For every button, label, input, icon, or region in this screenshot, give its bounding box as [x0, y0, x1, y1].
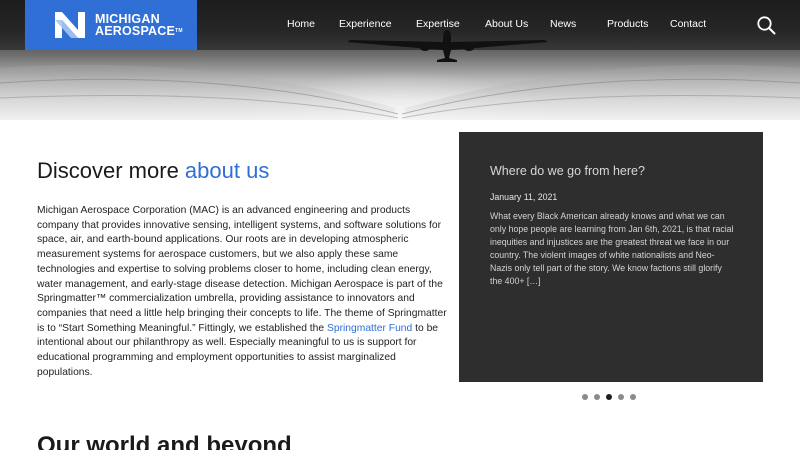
about-paragraph: Michigan Aerospace Corporation (MAC) is … [37, 204, 452, 380]
about-title: Discover more about us [37, 158, 269, 184]
michigan-aerospace-logo-icon [55, 12, 85, 38]
logo-line-2: AEROSPACE [95, 24, 176, 38]
nav-expertise[interactable]: Expertise [416, 18, 460, 30]
nav-products[interactable]: Products [607, 18, 648, 30]
news-card[interactable]: Where do we go from here? January 11, 20… [459, 132, 763, 382]
about-title-plain: Discover more [37, 158, 185, 183]
nav-contact[interactable]: Contact [670, 18, 706, 30]
logo-tm: TM [175, 28, 183, 34]
hero-banner: MICHIGAN AEROSPACETM Home Experience Exp… [0, 0, 800, 120]
carousel-dot-4[interactable] [618, 394, 624, 400]
search-icon[interactable] [756, 15, 776, 35]
logo[interactable]: MICHIGAN AEROSPACETM [25, 0, 197, 50]
news-card-date: January 11, 2021 [490, 192, 558, 202]
news-card-title[interactable]: Where do we go from here? [490, 164, 645, 178]
carousel-dots [582, 394, 636, 400]
about-paragraph-part-1: Michigan Aerospace Corporation (MAC) is … [37, 205, 447, 334]
news-card-excerpt: What every Black American already knows … [490, 211, 734, 287]
logo-text: MICHIGAN AEROSPACETM [95, 13, 183, 38]
carousel-dot-3[interactable] [606, 394, 612, 400]
carousel-dot-2[interactable] [594, 394, 600, 400]
nav-about-us[interactable]: About Us [485, 18, 528, 30]
carousel-dot-5[interactable] [630, 394, 636, 400]
nav-home[interactable]: Home [287, 18, 315, 30]
about-title-accent: about us [184, 158, 270, 183]
airplane-icon [347, 30, 548, 62]
world-section-title: Our world and beyond [37, 432, 292, 450]
nav-experience[interactable]: Experience [339, 18, 392, 30]
springmatter-fund-link[interactable]: Springmatter Fund [327, 323, 412, 334]
nav-news[interactable]: News [550, 18, 576, 30]
carousel-dot-1[interactable] [582, 394, 588, 400]
